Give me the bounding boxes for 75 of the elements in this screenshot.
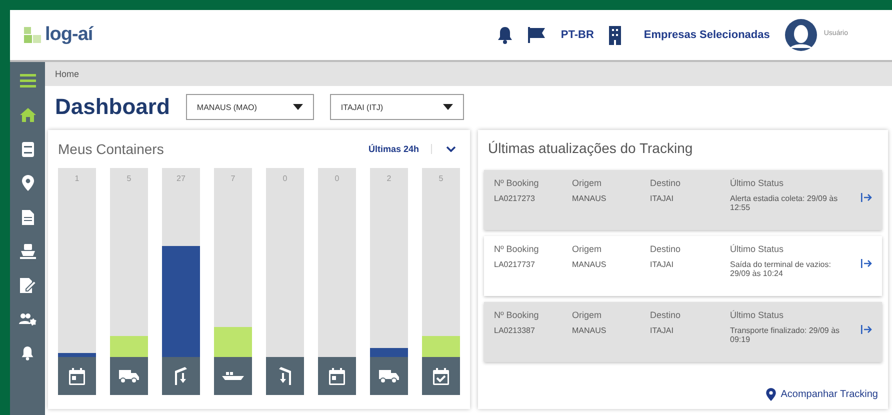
field-label: Destino	[650, 178, 682, 188]
document-icon	[22, 210, 34, 224]
calendar-icon	[69, 368, 85, 384]
pin-icon	[766, 388, 776, 401]
tracking-link[interactable]: Acompanhar Tracking	[766, 388, 878, 401]
origin-value: MANAUS	[572, 326, 608, 335]
flag-icon[interactable]	[526, 26, 547, 44]
bar-count: 7	[230, 174, 236, 183]
location-dropdown[interactable]: MANAUS (MAO)	[186, 94, 314, 120]
language-selector[interactable]: PT-BR	[560, 29, 594, 41]
ship-icon	[222, 371, 244, 381]
card-title: Últimas atualizações do Tracking	[488, 140, 694, 156]
field-label: Nº Booking	[494, 310, 540, 320]
open-details-icon[interactable]	[861, 193, 872, 202]
avatar-icon[interactable]	[784, 18, 818, 52]
origin-value: MANAUS	[572, 194, 608, 203]
booking-number: LA0217273	[494, 194, 536, 203]
tracking-row[interactable]: Nº Booking LA0217737 Origem MANAUS Destino ITAJAI Último Status Saída do terminal de vazios: 29/09 às 10:24	[484, 236, 882, 296]
card-title: Meus Containers	[58, 141, 165, 157]
booking-number: LA0217737	[494, 260, 536, 269]
destination-value: ITAJAI	[650, 326, 674, 335]
tracking-row[interactable]: Nº Booking LA0217273 Origem MANAUS Destino ITAJAI Último Status Alerta estadia coleta: 29/09 às 12:55	[484, 170, 882, 230]
location-dropdown[interactable]: ITAJAI (ITJ)	[330, 94, 464, 120]
building-icon[interactable]	[608, 25, 622, 45]
logo-icon	[24, 27, 42, 43]
status-value: Saída do terminal de vazios: 29/09 às 10:24	[730, 260, 832, 278]
destination-value: ITAJAI	[650, 260, 674, 269]
calendar-check-icon	[433, 368, 449, 384]
field-label: Último Status	[730, 244, 785, 254]
truck-icon	[119, 369, 139, 383]
open-details-icon[interactable]	[861, 325, 872, 334]
crane-icon	[278, 367, 292, 385]
home-icon	[20, 108, 36, 122]
bell-icon	[21, 345, 34, 361]
bar-count: 0	[334, 174, 340, 183]
field-label: Destino	[650, 310, 682, 320]
field-label: Último Status	[730, 178, 785, 188]
bar-count: 5	[438, 174, 444, 183]
pin-icon	[22, 175, 34, 191]
crane-icon	[174, 367, 188, 385]
bar-count: 27	[176, 174, 186, 183]
bell-icon[interactable]	[496, 26, 513, 44]
truck-icon	[379, 369, 399, 383]
open-details-icon[interactable]	[861, 259, 872, 268]
breadcrumb-link[interactable]: Home	[55, 69, 80, 79]
ship-icon	[20, 244, 36, 258]
field-label: Nº Booking	[494, 244, 540, 254]
booking-number: LA0213387	[494, 326, 536, 335]
field-label: Nº Booking	[494, 178, 540, 188]
field-label: Origem	[572, 244, 603, 254]
origin-value: MANAUS	[572, 260, 608, 269]
tracking-row[interactable]: Nº Booking LA0213387 Origem MANAUS Destino ITAJAI Último Status Transporte finalizado: 29/09 às 09:19	[484, 302, 882, 362]
field-label: Origem	[572, 178, 603, 188]
companies-selector[interactable]: Empresas Selecionadas	[644, 29, 770, 41]
field-label: Último Status	[730, 310, 785, 320]
bar-count: 2	[386, 174, 392, 183]
caret-icon	[292, 104, 303, 110]
chevron-icon[interactable]	[446, 146, 456, 152]
bar-count: 0	[282, 174, 288, 183]
calendar-icon	[329, 368, 345, 384]
bar-count: 5	[126, 174, 132, 183]
signature-icon	[20, 278, 36, 292]
status-value: Alerta estadia coleta: 29/09 às 12:55	[730, 194, 839, 212]
book-icon	[22, 142, 34, 156]
logo-text: log-aí	[45, 24, 93, 46]
page-title: Dashboard	[55, 94, 170, 120]
status-value: Transporte finalizado: 29/09 às 09:19	[730, 326, 841, 344]
caret-icon	[442, 104, 453, 110]
bar-count: 1	[74, 174, 80, 183]
menu-icon	[20, 74, 36, 88]
destination-value: ITAJAI	[650, 194, 674, 203]
people-icon	[18, 312, 36, 326]
period-selector[interactable]: Últimas 24h	[368, 144, 432, 154]
field-label: Origem	[572, 310, 603, 320]
field-label: Destino	[650, 244, 682, 254]
